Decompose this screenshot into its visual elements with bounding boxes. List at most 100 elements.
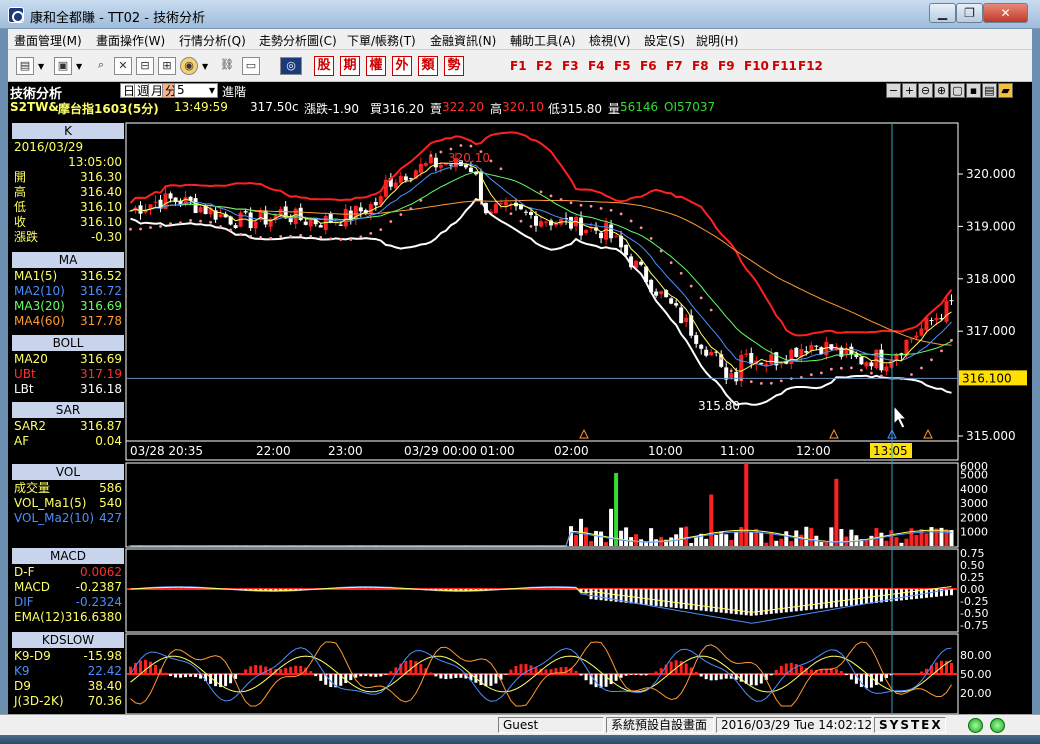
kd-hist-bar [694,671,698,675]
candle-body [869,362,874,367]
monitor-icon[interactable]: ▭ [242,57,260,75]
chevron-down-icon[interactable]: ▼ [76,62,82,71]
menu-screen-manage[interactable]: 畫面管理(M) [14,32,82,49]
candle-body [724,367,729,380]
screen-icon[interactable]: ▣ [54,57,72,75]
menu-screen-ops[interactable]: 畫面操作(W) [96,32,165,49]
sar-dot [930,358,933,362]
candle-body [729,373,734,378]
volume-bar [599,531,604,546]
f3-button[interactable]: F3 [562,59,579,73]
price-x-tick: 03/29 00:00 [404,444,477,458]
price-y-tick: 318.000 [966,272,1016,286]
candle-body [809,344,814,351]
foreign-button[interactable]: 外 [392,56,412,76]
menu-financial-info[interactable]: 金融資訊(N) [430,32,496,49]
candle-body [699,344,704,349]
chevron-down-icon[interactable]: ▼ [38,62,44,71]
sar-dot [339,238,343,241]
kd-hist-bar [234,674,238,679]
volume-bar [639,539,644,546]
kd-hist-bar [909,673,913,675]
f11-button[interactable]: F11 [772,59,797,73]
app-window: 康和全都賺 - TT02 - 技術分析 ▁ ❐ ✕ 畫面管理(M) 畫面操作(W… [0,0,1040,744]
close-button[interactable]: ✕ [983,3,1028,23]
macd-line [130,586,952,613]
macd-hist-bar [804,589,808,611]
price-x-tick: 11:00 [720,444,755,458]
link-icon[interactable]: ⛓ [218,57,236,75]
volume-bar [804,526,809,546]
volume-bar [574,534,579,546]
macd-hist-bar [819,589,823,609]
macd-hist-bar [689,589,693,610]
macd-hist-bar [604,589,608,601]
menu-quote-analysis[interactable]: 行情分析(Q) [179,32,246,49]
layout-icon[interactable]: ▤ [16,57,34,75]
chevron-down-icon[interactable]: ▼ [202,62,208,71]
kd-hist-bar [504,674,508,675]
f2-button[interactable]: F2 [536,59,553,73]
menu-tools[interactable]: 輔助工具(A) [510,32,576,49]
f1-button[interactable]: F1 [510,59,527,73]
kd-hist-bar [684,663,688,675]
sar-dot [129,227,132,231]
volume-bar [624,527,629,546]
macd-hist-bar [849,589,853,606]
kd-hist-bar [194,674,198,678]
kd-hist-bar [759,674,763,684]
kd-hist-bar [624,674,628,676]
f5-button[interactable]: F5 [614,59,631,73]
brand-logo-icon[interactable]: ◎ [280,57,302,75]
current-price-label: 316.100 [962,371,1012,385]
candle-body [659,291,664,295]
kd-hist-bar [284,668,288,675]
candle-body [373,202,378,206]
f6-button[interactable]: F6 [640,59,657,73]
sar-dot [920,366,923,370]
candle-body [599,232,604,239]
f12-button[interactable]: F12 [798,59,823,73]
chart-canvas[interactable]: 320.000 319.000 318.000 317.000 316.100 315.0… [8,82,1032,714]
volume-bar [604,542,609,546]
category-button[interactable]: 類 [418,56,438,76]
sar-dot [309,235,313,238]
sar-dot [249,234,253,238]
close-window-icon[interactable]: ✕ [114,57,132,75]
stock-button[interactable]: 股 [314,56,334,76]
title-bar[interactable]: 康和全都賺 - TT02 - 技術分析 ▁ ❐ ✕ [0,0,1040,29]
f9-button[interactable]: F9 [718,59,735,73]
candle-body [343,208,348,227]
menu-settings[interactable]: 設定(S) [644,32,685,49]
f4-button[interactable]: F4 [588,59,605,73]
sar-dot [940,349,943,353]
menu-help[interactable]: 說明(H) [696,32,738,49]
sar-dot [669,261,673,265]
search-icon[interactable]: ⌕ [92,57,110,75]
f7-button[interactable]: F7 [666,59,683,73]
sar-dot [749,380,753,384]
volume-bar [594,530,599,546]
options-button[interactable]: 權 [366,56,386,76]
chart-workspace: 技術分析 日 週 月 分 5 進階 − + ⊖ ⊕ ▢ ▪ ▤ ▰ S2TW& … [8,82,1032,714]
f10-button[interactable]: F10 [744,59,769,73]
menu-order-account[interactable]: 下單/帳務(T) [347,32,416,49]
sar-dot [579,203,583,207]
coin-icon[interactable]: ◉ [180,57,198,75]
minimize-button[interactable]: ▁ [929,3,956,23]
menu-trend-chart[interactable]: 走勢分析圖(C) [259,32,337,49]
candle-body [328,213,333,224]
sar-dot [839,366,843,370]
macd-hist-bar [684,589,688,610]
cascade-icon[interactable]: ⊞ [158,57,176,75]
tile-icon[interactable]: ⊟ [136,57,154,75]
volume-bar [789,541,794,546]
futures-button[interactable]: 期 [340,56,360,76]
menu-view[interactable]: 檢視(V) [589,32,631,49]
trend-button[interactable]: 勢 [444,56,464,76]
sar-dot [719,357,723,360]
status-user: Guest [498,717,604,733]
volume-bar [749,532,754,546]
maximize-button[interactable]: ❐ [956,3,983,23]
f8-button[interactable]: F8 [692,59,709,73]
